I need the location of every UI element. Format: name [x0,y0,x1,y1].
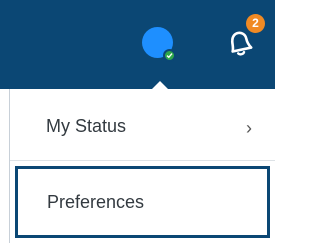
user-avatar[interactable] [142,27,176,62]
chevron-right-icon: › [246,118,252,138]
menu-item-my-status[interactable]: My Status › [10,106,270,148]
menu-item-preferences[interactable]: Preferences [15,166,270,238]
top-bar: 2 [0,0,275,89]
dropdown-caret [151,81,169,90]
menu-divider [10,160,275,161]
notification-count-badge: 2 [246,14,265,33]
presence-status-icon [163,49,176,62]
menu-item-label: Preferences [47,192,145,212]
menu-item-label: My Status [46,116,127,136]
